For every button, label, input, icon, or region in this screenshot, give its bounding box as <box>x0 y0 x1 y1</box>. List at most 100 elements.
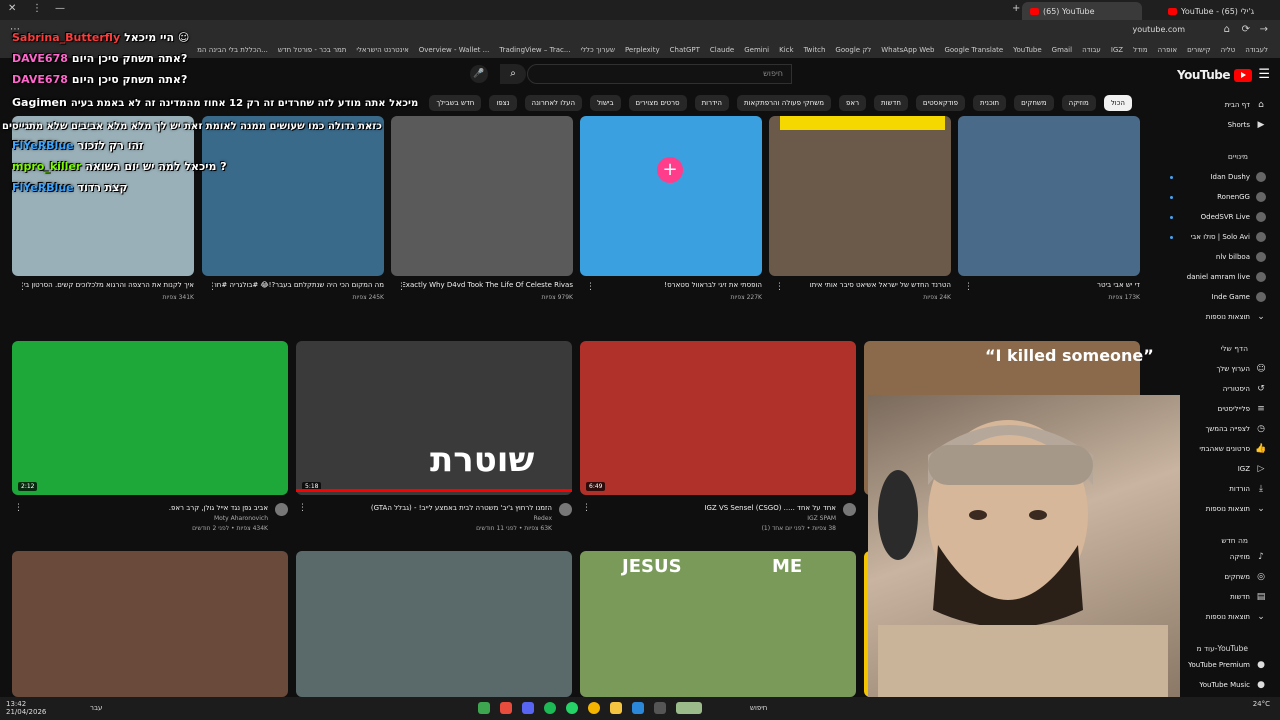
bookmark-item[interactable]: Twitch <box>804 46 826 54</box>
bookmark-item[interactable]: אופרה <box>1158 46 1177 54</box>
filter-chip[interactable]: משחקים <box>1014 95 1054 111</box>
taskbar-search[interactable]: חיפוש <box>750 704 767 712</box>
more-options-icon[interactable]: ⋮ <box>208 282 217 292</box>
bookmark-item[interactable]: Claude <box>710 46 734 54</box>
bookmark-item[interactable]: שערוך כללי <box>581 46 615 54</box>
video-title[interactable]: מה המקום הכי היה שנתקלתם בעבר?!😂 #בולגרי… <box>214 280 384 290</box>
whatsapp-icon[interactable] <box>566 702 578 714</box>
video-thumbnail[interactable] <box>12 341 288 495</box>
filter-chip[interactable]: סרטים מצוירים <box>628 95 687 111</box>
bookmark-item[interactable]: עבודה <box>1082 46 1101 54</box>
more-options-icon[interactable]: ⋮ <box>14 503 23 513</box>
channel-name[interactable]: Redex <box>533 515 552 522</box>
reload-icon[interactable]: ⟳ <box>1242 24 1250 35</box>
video-card[interactable]: 2:12 אביב גפן נגד אייל גולן, קרב ראפ. Moty… <box>12 341 288 536</box>
bookmark-item[interactable]: Overview - Wallet ... <box>419 46 490 54</box>
video-thumbnail[interactable] <box>580 116 762 276</box>
sidebar-item[interactable]: ☺ הערוץ שלך <box>1216 364 1266 374</box>
spotify-icon[interactable] <box>544 702 556 714</box>
browser-menu-icon[interactable]: ⋮ <box>32 3 42 14</box>
sidebar-item[interactable]: 👍 סרטונים שאהבתי <box>1199 444 1266 454</box>
bookmark-item[interactable]: תמר בכר - פורטל חדש <box>278 46 347 54</box>
tab-youtube-2[interactable]: YouTube - (65) ג'ילי <box>1160 2 1270 20</box>
channel-avatar[interactable] <box>559 503 572 516</box>
sidebar-item[interactable]: ↺ היסטוריה <box>1223 384 1266 394</box>
bookmark-item[interactable]: ChatGPT <box>670 46 700 54</box>
video-title[interactable]: הופסתי את זיגי לבראוול סטארס! <box>592 280 762 290</box>
filter-chip[interactable]: פודקאסטים <box>915 95 965 111</box>
url-field[interactable]: youtube.com <box>1132 25 1185 34</box>
video-title[interactable]: די יש אבי ביטר <box>970 280 1140 290</box>
search-input[interactable]: חיפוש <box>527 64 792 84</box>
filter-chip[interactable]: בישול <box>590 95 621 111</box>
filter-chip[interactable]: ראפ <box>839 95 867 111</box>
back-icon[interactable]: → <box>1260 24 1268 35</box>
bookmark-item[interactable]: WhatsApp Web <box>881 46 934 54</box>
video-title[interactable]: אביב גפן נגד אייל גולן, קרב ראפ. <box>28 503 268 513</box>
bookmark-item[interactable]: Gmail <box>1052 46 1072 54</box>
play-app-icon[interactable] <box>478 702 490 714</box>
filter-chip[interactable]: חדש בשבילך <box>429 95 482 111</box>
file-explorer-icon[interactable] <box>610 702 622 714</box>
bookmark-item[interactable]: Google לק <box>835 46 871 54</box>
more-options-icon[interactable]: ⋮ <box>582 503 591 513</box>
video-thumbnail[interactable] <box>12 551 288 697</box>
chrome-icon[interactable] <box>588 702 600 714</box>
bookmark-item[interactable]: TradingView – Trac... <box>499 46 570 54</box>
sidebar-item[interactable]: Idan Dushy <box>1210 172 1266 182</box>
filter-chip[interactable]: תוכנית <box>972 95 1007 111</box>
bookmark-item[interactable]: טליה <box>1221 46 1236 54</box>
video-card[interactable]: הופסתי את זיגי לבראוול סטארס! 227K צפיות ⋮ <box>580 116 762 316</box>
video-thumbnail[interactable] <box>769 116 951 276</box>
app-icon[interactable] <box>500 702 512 714</box>
video-thumbnail[interactable] <box>202 116 384 276</box>
bookmark-item[interactable]: לעבודה <box>1245 46 1268 54</box>
bookmark-item[interactable]: אינטרנט הישראלי <box>356 46 408 54</box>
video-title[interactable]: הזמנו לרחוץ ג'יב' משטרה לבית באמצע לייב!… <box>312 503 552 513</box>
video-card[interactable]: 6:49 אחד על אחד ..... IGZ VS Sensel (CSGO… <box>580 341 856 536</box>
sidebar-item[interactable]: ◎ משחקים <box>1225 572 1266 582</box>
filter-chip[interactable]: משחקי פעולה והרפתקאות <box>736 95 832 111</box>
home-icon[interactable]: ⌂ <box>1224 24 1230 35</box>
filter-chip[interactable]: הכול <box>1103 95 1132 111</box>
bookmark-item[interactable]: קישורים <box>1187 46 1211 54</box>
youtube-logo[interactable]: YouTube <box>1177 68 1252 82</box>
channel-name[interactable]: IGZ SPAM <box>807 515 836 522</box>
video-title[interactable]: איך לקנות את הרצפה והרגוא מלכלוכים קשים.… <box>24 280 194 290</box>
filter-chip[interactable]: מוזיקה <box>1061 95 1096 111</box>
more-options-icon[interactable]: ⋮ <box>586 282 595 292</box>
app-icon-2[interactable] <box>654 702 666 714</box>
sidebar-item[interactable]: ≡ פלייליסטים <box>1218 404 1266 414</box>
discord-icon[interactable] <box>522 702 534 714</box>
video-thumbnail[interactable] <box>296 551 572 697</box>
bookmark-item[interactable]: הכללת בלי הבינה המ... <box>197 46 268 54</box>
video-card[interactable]: We Finally Know Exactly Why D4vd Took Th… <box>391 116 573 316</box>
sidebar-item[interactable]: ● YouTube Premium <box>1188 660 1266 670</box>
hamburger-menu-icon[interactable]: ☰ <box>1258 67 1270 82</box>
sidebar-item[interactable]: ♪ מוזיקה <box>1230 552 1266 562</box>
video-thumbnail[interactable] <box>958 116 1140 276</box>
more-options-icon[interactable]: ⋮ <box>775 282 784 292</box>
channel-avatar[interactable] <box>275 503 288 516</box>
video-title[interactable]: We Finally Know Exactly Why D4vd Took Th… <box>403 280 573 290</box>
bookmark-item[interactable]: Gemini <box>744 46 769 54</box>
sidebar-item[interactable]: ▤ חדשות <box>1230 592 1266 602</box>
video-card[interactable]: מה המקום הכי היה שנתקלתם בעבר?!😂 #בולגרי… <box>202 116 384 316</box>
weather-widget[interactable]: 24°C <box>1253 700 1270 708</box>
video-card[interactable]: די יש אבי ביטר 173K צפיות ⋮ <box>958 116 1140 316</box>
more-options-icon[interactable]: ⋮ <box>18 282 27 292</box>
sidebar-item[interactable]: ▶ Shorts <box>1228 120 1266 130</box>
bookmark-item[interactable]: Perplexity <box>625 46 660 54</box>
channel-avatar[interactable] <box>843 503 856 516</box>
sidebar-item[interactable]: ▷ IGZ <box>1238 464 1266 474</box>
tab-youtube-active[interactable]: (65) YouTube <box>1022 2 1142 20</box>
sidebar-item[interactable]: ⌄ תוצאות נוספות <box>1206 312 1266 322</box>
sidebar-item[interactable]: ⌂ דף הבית <box>1225 100 1266 110</box>
bookmark-item[interactable]: IGZ <box>1111 46 1123 54</box>
filter-chip[interactable]: חדשות <box>874 95 908 111</box>
bookmark-item[interactable]: מודל <box>1133 46 1147 54</box>
sidebar-item[interactable]: ⤓ הורדות <box>1229 484 1266 494</box>
sidebar-item[interactable]: nlv bilboa <box>1216 252 1266 262</box>
sidebar-item[interactable]: daniel amram live <box>1187 272 1266 282</box>
more-options-icon[interactable]: ⋮ <box>298 503 307 513</box>
